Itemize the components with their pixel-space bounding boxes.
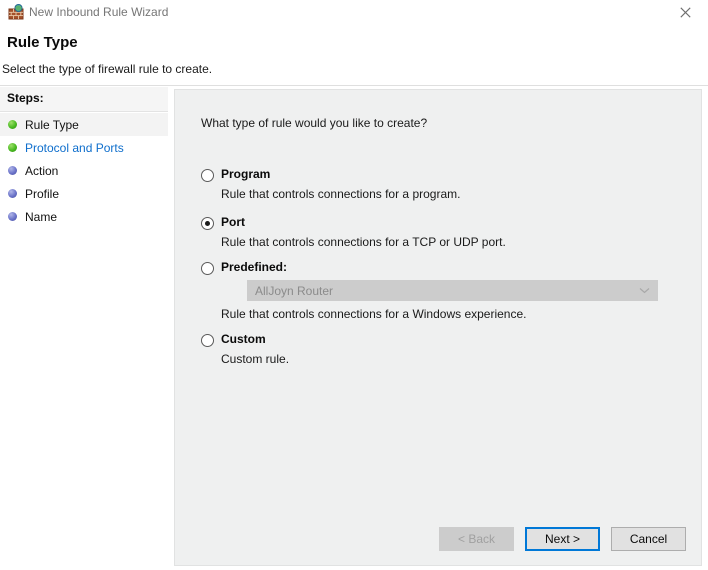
close-icon[interactable] bbox=[663, 0, 708, 24]
step-bullet-icon bbox=[8, 143, 17, 152]
radio-custom[interactable] bbox=[201, 334, 214, 347]
sidebar-item-name[interactable]: Name bbox=[0, 205, 168, 228]
option-custom-label: Custom bbox=[221, 332, 266, 346]
option-port-label: Port bbox=[221, 215, 245, 229]
page-subtitle: Select the type of firewall rule to crea… bbox=[2, 62, 213, 76]
page-title: Rule Type bbox=[7, 34, 78, 51]
sidebar-item-label: Profile bbox=[25, 186, 60, 201]
steps-heading: Steps: bbox=[0, 87, 168, 112]
window-title: New Inbound Rule Wizard bbox=[29, 5, 169, 19]
option-predefined-description: Rule that controls connections for a Win… bbox=[221, 307, 527, 321]
sidebar-item-action[interactable]: Action bbox=[0, 159, 168, 182]
wizard-footer: < Back Next > Cancel bbox=[175, 527, 703, 551]
sidebar-item-label[interactable]: Protocol and Ports bbox=[25, 141, 124, 155]
question-label: What type of rule would you like to crea… bbox=[201, 116, 428, 130]
step-bullet-icon bbox=[8, 212, 17, 221]
option-custom-description: Custom rule. bbox=[221, 352, 290, 366]
content-panel: What type of rule would you like to crea… bbox=[174, 89, 702, 566]
step-bullet-icon bbox=[8, 166, 17, 175]
sidebar-item-protocol-and-ports[interactable]: Protocol and Ports bbox=[0, 136, 168, 159]
wizard-header: Rule Type Select the type of firewall ru… bbox=[0, 24, 708, 86]
steps-list: Rule Type Protocol and Ports Action Prof… bbox=[0, 113, 168, 228]
option-program-label: Program bbox=[221, 167, 271, 181]
predefined-rule-dropdown-value: AllJoyn Router bbox=[255, 284, 334, 298]
step-bullet-icon bbox=[8, 189, 17, 198]
next-button[interactable]: Next > bbox=[525, 527, 600, 551]
sidebar-item-label: Action bbox=[25, 163, 59, 178]
sidebar-item-label: Name bbox=[25, 209, 58, 224]
radio-predefined[interactable] bbox=[201, 262, 214, 275]
cancel-button[interactable]: Cancel bbox=[611, 527, 686, 551]
sidebar-item-profile[interactable]: Profile bbox=[0, 182, 168, 205]
steps-sidebar: Steps: Rule Type Protocol and Ports Acti… bbox=[0, 87, 168, 570]
steps-heading-label: Steps: bbox=[7, 91, 44, 105]
sidebar-item-label: Rule Type bbox=[25, 117, 79, 132]
step-bullet-icon bbox=[8, 120, 17, 129]
option-port-description: Rule that controls connections for a TCP… bbox=[221, 235, 506, 249]
radio-port[interactable] bbox=[201, 217, 214, 230]
radio-program[interactable] bbox=[201, 169, 214, 182]
predefined-rule-dropdown[interactable]: AllJoyn Router bbox=[247, 280, 658, 301]
back-button[interactable]: < Back bbox=[439, 527, 514, 551]
firewall-globe-icon bbox=[8, 4, 24, 20]
title-bar: New Inbound Rule Wizard bbox=[0, 0, 708, 24]
option-program-description: Rule that controls connections for a pro… bbox=[221, 187, 461, 201]
chevron-down-icon bbox=[639, 281, 650, 300]
wizard-window: New Inbound Rule Wizard Rule Type Select… bbox=[0, 0, 708, 570]
option-predefined-label: Predefined: bbox=[221, 260, 288, 274]
sidebar-item-rule-type[interactable]: Rule Type bbox=[0, 113, 168, 136]
